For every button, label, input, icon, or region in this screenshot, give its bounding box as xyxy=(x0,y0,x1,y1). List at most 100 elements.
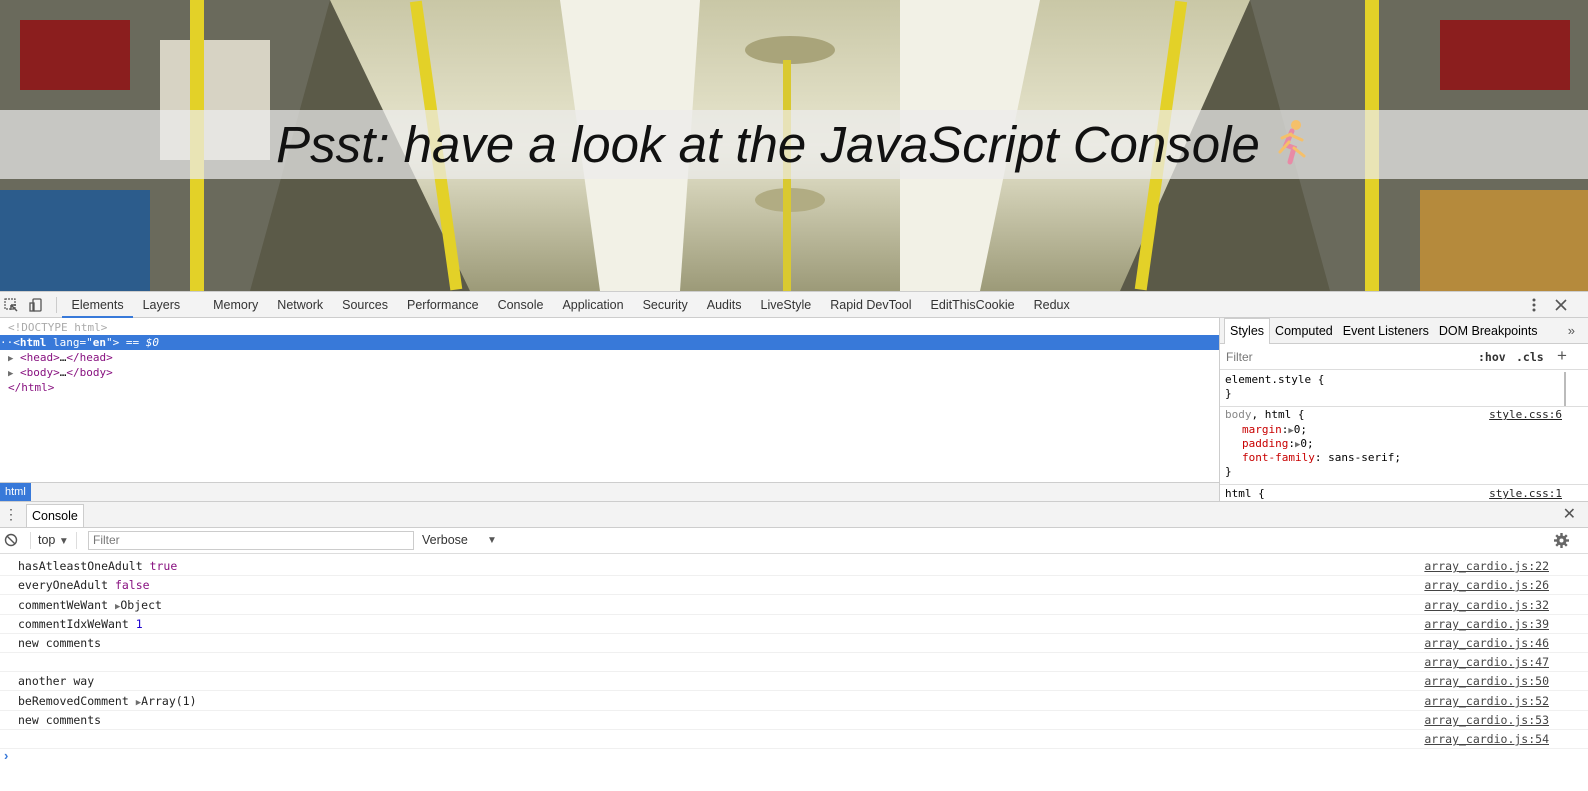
devtools-toolbar: Elements Layers Memory Network Sources P… xyxy=(0,291,1588,318)
device-toolbar-icon[interactable] xyxy=(27,296,45,314)
log-message: everyOneAdult false xyxy=(18,578,150,592)
console-log-row: beRemovedComment ▶Array(1) array_cardio.… xyxy=(0,692,1588,711)
log-text: new comments xyxy=(18,636,102,650)
log-source-link[interactable]: array_cardio.js:54 xyxy=(1424,732,1549,746)
dom-body[interactable]: ▶ <body>…</body> xyxy=(8,365,113,380)
log-levels-dropdown-icon[interactable]: ▼ xyxy=(487,532,497,549)
log-source-link[interactable]: array_cardio.js:50 xyxy=(1424,674,1549,688)
log-source-link[interactable]: array_cardio.js:46 xyxy=(1424,636,1549,650)
selected-dots: ·· xyxy=(0,336,14,349)
element-style-selector[interactable]: element.style { xyxy=(1225,373,1324,387)
breadcrumb-html[interactable]: html xyxy=(0,483,31,501)
rule-divider xyxy=(1220,406,1588,407)
elements-dom-tree: <!DOCTYPE html> ··<html lang="en"> == $0… xyxy=(0,318,1219,482)
tab-editthiscookie[interactable]: EditThisCookie xyxy=(921,292,1024,318)
tab-redux[interactable]: Redux xyxy=(1024,292,1079,318)
styles-scrollbar[interactable] xyxy=(1564,372,1566,406)
html-rule-selector[interactable]: html { xyxy=(1225,487,1265,501)
console-prompt[interactable]: › xyxy=(4,748,8,763)
console-log-row: everyOneAdult false array_cardio.js:26 xyxy=(0,576,1588,595)
log-text: new comments xyxy=(18,713,102,727)
console-log-row: new comments array_cardio.js:46 xyxy=(0,634,1588,653)
more-tabs-icon[interactable]: » xyxy=(1568,318,1575,344)
tab-security[interactable]: Security xyxy=(633,292,697,318)
log-source-link[interactable]: array_cardio.js:26 xyxy=(1424,578,1549,592)
tab-console[interactable]: Console xyxy=(488,292,553,318)
close-drawer-icon[interactable]: ✕ xyxy=(1563,504,1576,526)
dom-head[interactable]: ▶ <head>…</head> xyxy=(8,350,113,365)
styles-filter-input[interactable]: Filter xyxy=(1226,350,1253,364)
log-source-link[interactable]: array_cardio.js:52 xyxy=(1424,694,1549,708)
log-text: another way xyxy=(18,674,95,688)
more-options-icon[interactable] xyxy=(1525,296,1543,314)
selected-node-marker: == $0 xyxy=(125,336,159,349)
console-filter-input[interactable]: Filter xyxy=(88,531,414,550)
drawer-menu-icon[interactable]: ⋮ xyxy=(4,505,18,523)
page-title: Psst: have a look at the JavaScript Cons… xyxy=(0,110,1588,179)
rule-source-link[interactable]: style.css:6 xyxy=(1489,408,1562,422)
tab-sources[interactable]: Sources xyxy=(333,292,398,318)
head-open-tag: head xyxy=(26,351,54,364)
rule-open-brace: { xyxy=(1291,408,1305,421)
html-rule-source-link[interactable]: style.css:1 xyxy=(1489,487,1562,501)
tab-application[interactable]: Application xyxy=(553,292,633,318)
close-devtools-icon[interactable] xyxy=(1552,296,1570,314)
log-value: 1 xyxy=(135,617,143,631)
clear-console-icon[interactable] xyxy=(3,532,19,551)
expand-triangle-icon[interactable]: ▶ xyxy=(8,369,13,379)
class-toggle[interactable]: .cls xyxy=(1516,350,1544,364)
runner-emoji-icon xyxy=(1272,114,1312,183)
log-message: hasAtleastOneAdult true xyxy=(18,559,177,573)
log-value[interactable]: Array(1) xyxy=(141,694,196,708)
tab-computed[interactable]: Computed xyxy=(1270,318,1338,343)
dom-html-close[interactable]: </html> xyxy=(8,380,54,395)
log-levels-dropdown[interactable]: Verbose xyxy=(422,532,468,549)
hover-state-toggle[interactable]: :hov xyxy=(1478,350,1506,364)
dom-html-selected[interactable]: ··<html lang="en"> == $0 xyxy=(0,335,1219,350)
tab-styles[interactable]: Styles xyxy=(1224,318,1271,344)
html-close-tag: html xyxy=(21,381,48,394)
tab-dom-breakpoints[interactable]: DOM Breakpoints xyxy=(1434,318,1543,343)
inspect-element-icon[interactable] xyxy=(2,296,20,314)
tab-elements[interactable]: Elements xyxy=(62,292,134,318)
tab-event-listeners[interactable]: Event Listeners xyxy=(1338,318,1434,343)
rule-selector[interactable]: body, html { xyxy=(1225,408,1305,422)
log-source-link[interactable]: array_cardio.js:53 xyxy=(1424,713,1549,727)
tab-rapid-devtool[interactable]: Rapid DevTool xyxy=(821,292,921,318)
log-source-link[interactable]: array_cardio.js:22 xyxy=(1424,559,1549,573)
selector-body: body xyxy=(1225,408,1252,421)
log-text: commentIdxWeWant xyxy=(18,617,129,631)
log-text: everyOneAdult xyxy=(18,578,109,592)
prop-margin[interactable]: margin:▶0; xyxy=(1242,423,1307,437)
console-settings-gear-icon[interactable] xyxy=(1553,532,1570,552)
lang-attr-value: en xyxy=(92,336,106,349)
tab-performance[interactable]: Performance xyxy=(398,292,489,318)
tab-memory[interactable]: Memory xyxy=(204,292,268,318)
tab-audits[interactable]: Audits xyxy=(697,292,751,318)
tab-layers[interactable]: Layers xyxy=(133,292,190,318)
tab-livestyle[interactable]: LiveStyle xyxy=(751,292,821,318)
log-value: true xyxy=(149,559,178,573)
log-source-link[interactable]: array_cardio.js:47 xyxy=(1424,655,1549,669)
tab-network[interactable]: Network xyxy=(268,292,333,318)
head-close-tag: head xyxy=(79,351,107,364)
log-text: beRemovedComment xyxy=(18,694,129,708)
drawer-tab-console[interactable]: Console xyxy=(26,504,84,527)
drawer-header: ⋮ Console ✕ xyxy=(0,501,1588,528)
prop-font-family[interactable]: font-family: sans-serif; xyxy=(1242,451,1401,465)
prop-padding[interactable]: padding:▶0; xyxy=(1242,437,1314,451)
log-message: commentIdxWeWant 1 xyxy=(18,617,143,631)
prop-value: 0; xyxy=(1293,423,1308,436)
console-toolbar: top ▼ Filter Verbose ▼ xyxy=(0,528,1588,554)
prop-value: sans-serif; xyxy=(1328,451,1401,464)
dom-doctype[interactable]: <!DOCTYPE html> xyxy=(8,320,107,335)
log-source-link[interactable]: array_cardio.js:39 xyxy=(1424,617,1549,631)
log-value[interactable]: Object xyxy=(120,598,162,612)
context-selector[interactable]: top ▼ xyxy=(30,532,77,549)
log-source-link[interactable]: array_cardio.js:32 xyxy=(1424,598,1549,612)
log-message: another way xyxy=(18,674,94,688)
log-message: new comments xyxy=(18,713,101,727)
expand-triangle-icon[interactable]: ▶ xyxy=(8,354,13,364)
new-rule-icon[interactable]: + xyxy=(1557,346,1567,366)
selector-separator: , xyxy=(1251,408,1265,421)
